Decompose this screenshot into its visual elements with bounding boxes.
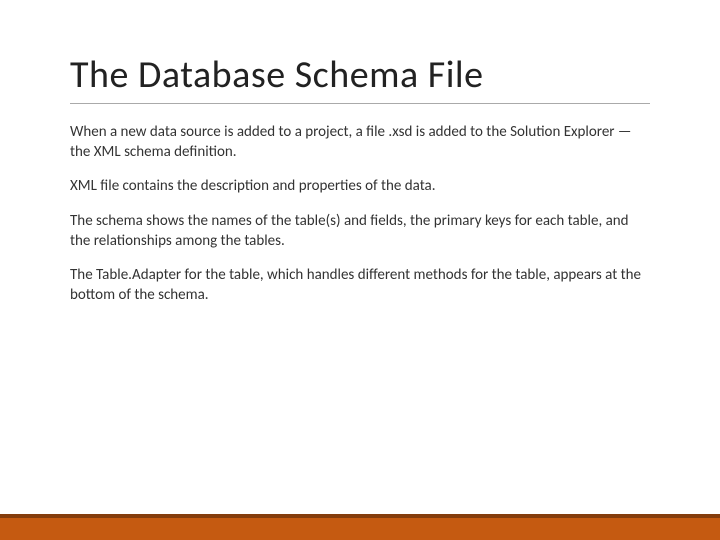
paragraph: The schema shows the names of the table(… xyxy=(70,211,650,252)
slide-body: When a new data source is added to a pro… xyxy=(70,122,650,306)
paragraph: The Table.Adapter for the table, which h… xyxy=(70,265,650,306)
slide-container: The Database Schema File When a new data… xyxy=(0,0,720,540)
paragraph: When a new data source is added to a pro… xyxy=(70,122,650,163)
footer-accent-bar xyxy=(0,518,720,540)
slide-title: The Database Schema File xyxy=(70,55,650,104)
paragraph: XML file contains the description and pr… xyxy=(70,176,650,196)
